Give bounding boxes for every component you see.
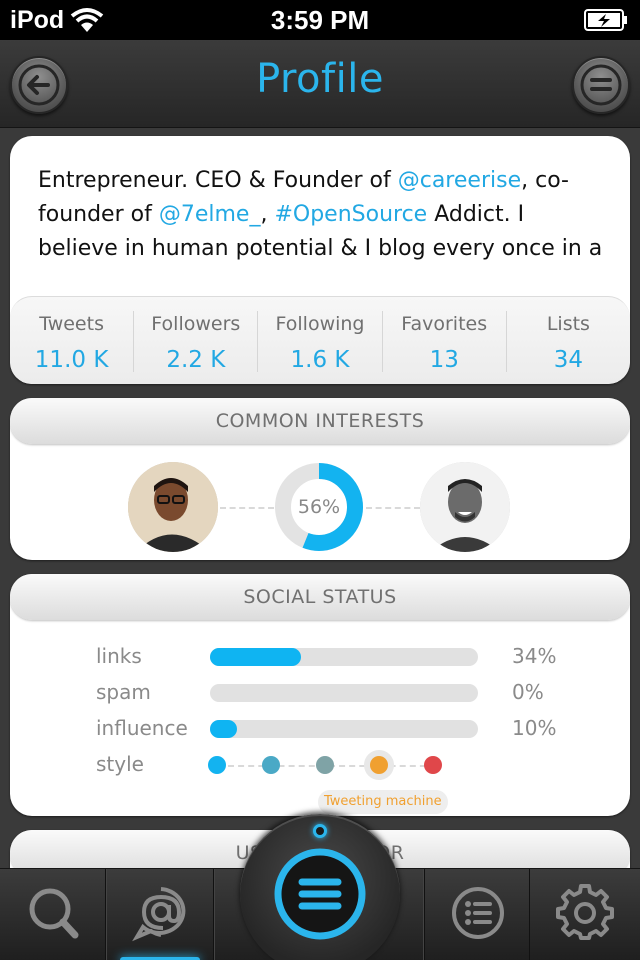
metric-label-spam: spam: [96, 680, 151, 704]
bio-link-careerise[interactable]: @careerise: [398, 168, 521, 193]
profile-content[interactable]: Entrepreneur. CEO & Founder of @careeris…: [0, 128, 640, 890]
metric-label-style: style: [96, 752, 144, 776]
gear-icon: [556, 884, 614, 940]
search-icon: [29, 888, 79, 939]
stat-followers[interactable]: Followers 2.2 K: [134, 311, 259, 373]
mention-icon: [132, 887, 186, 942]
tab-search[interactable]: [0, 869, 106, 960]
stat-following[interactable]: Following 1.6 K: [258, 311, 383, 373]
bio-text: Entrepreneur. CEO & Founder of @careeris…: [38, 164, 608, 266]
metric-bar-fill: [210, 720, 237, 738]
metric-percent-links: 34%: [512, 644, 557, 668]
stat-tweets[interactable]: Tweets 11.0 K: [10, 311, 135, 373]
stat-label: Lists: [546, 313, 590, 335]
interest-percent-label: 56%: [297, 496, 341, 518]
page-title: Profile: [256, 56, 384, 102]
style-option-dot[interactable]: [262, 756, 280, 774]
style-selected-tag: Tweeting machine: [318, 790, 448, 814]
connector-line: [366, 507, 420, 509]
avatar-profile-user[interactable]: [420, 462, 510, 552]
common-interests-card: COMMON INTERESTS 56%: [10, 398, 630, 560]
menu-icon: [580, 64, 622, 106]
section-header-common-interests: COMMON INTERESTS: [10, 398, 630, 444]
status-bar: iPod 3:59 PM: [0, 0, 640, 40]
stat-value: 11.0 K: [34, 347, 109, 373]
stats-bar: Tweets 11.0 K Followers 2.2 K Following …: [10, 296, 630, 384]
stat-label: Followers: [151, 313, 241, 335]
metric-label-links: links: [96, 644, 142, 668]
style-option-dot[interactable]: [370, 756, 388, 774]
metric-percent-spam: 0%: [512, 680, 544, 704]
metric-bar-links: [210, 648, 478, 666]
stat-value: 34: [553, 347, 584, 373]
style-option-dot[interactable]: [424, 756, 442, 774]
battery-charging-icon: [584, 9, 627, 31]
menu-button[interactable]: [572, 56, 630, 114]
navigation-bar: Profile: [0, 40, 640, 128]
stat-label: Tweets: [39, 313, 104, 335]
metric-bar-fill: [210, 648, 302, 666]
section-header-social-status: SOCIAL STATUS: [10, 574, 630, 620]
stat-value: 2.2 K: [166, 347, 226, 373]
stat-value: 1.6 K: [290, 347, 350, 373]
bio-link-7elme[interactable]: @7elme_: [159, 202, 261, 227]
connector-line: [220, 507, 274, 509]
bio-card: Entrepreneur. CEO & Founder of @careeris…: [10, 136, 630, 384]
stat-label: Following: [275, 313, 365, 335]
metric-bar-spam: [210, 684, 478, 702]
stat-label: Favorites: [401, 313, 488, 335]
bio-hashtag-opensource[interactable]: #OpenSource: [274, 202, 427, 227]
bio-text-segment: Entrepreneur. CEO & Founder of: [38, 168, 398, 193]
social-status-card: SOCIAL STATUS links 34% spam 0% influenc…: [10, 574, 630, 816]
metric-label-influence: influence: [96, 716, 188, 740]
home-menu-button[interactable]: [272, 846, 368, 942]
avatar-user[interactable]: [128, 462, 218, 552]
list-icon: [452, 887, 504, 939]
metric-percent-influence: 10%: [512, 716, 557, 740]
stat-lists[interactable]: Lists 34: [507, 311, 630, 373]
stat-favorites[interactable]: Favorites 13: [383, 311, 507, 373]
tab-settings[interactable]: [532, 869, 638, 960]
tab-lists[interactable]: [424, 869, 530, 960]
stat-value: 13: [429, 347, 459, 373]
style-option-dot[interactable]: [208, 756, 226, 774]
user-photo: [128, 462, 218, 552]
profile-user-photo: [420, 462, 510, 552]
clock: 3:59 PM: [270, 5, 370, 35]
tab-mentions[interactable]: [108, 869, 214, 960]
style-option-dot[interactable]: [316, 756, 334, 774]
metric-bar-influence: [210, 720, 478, 738]
bio-text-segment: ,: [260, 202, 275, 227]
hub-indicator-light: [313, 824, 327, 838]
